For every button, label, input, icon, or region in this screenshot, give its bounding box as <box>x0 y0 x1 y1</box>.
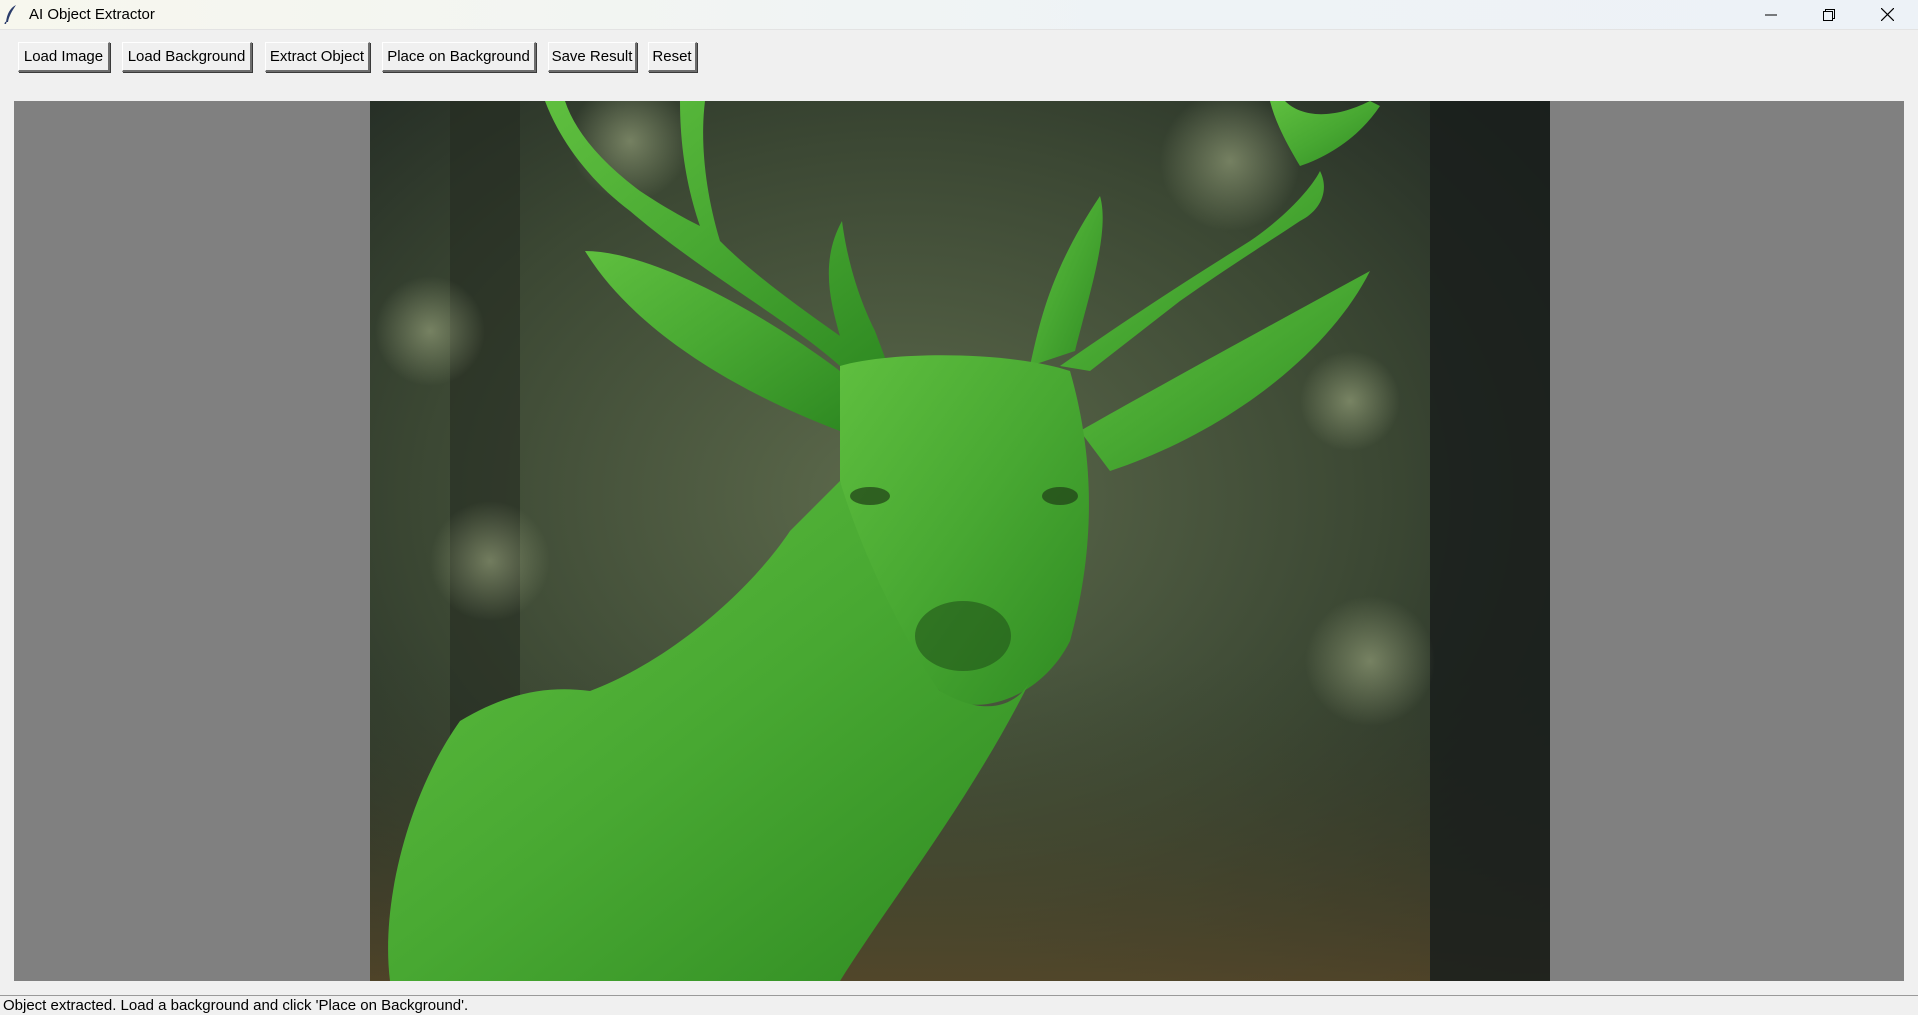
feather-icon <box>4 4 20 25</box>
restore-button[interactable] <box>1800 0 1858 29</box>
load-background-button[interactable]: Load Background <box>122 42 252 72</box>
window-title: AI Object Extractor <box>29 6 155 23</box>
minimize-icon <box>1765 14 1777 15</box>
extract-object-button[interactable]: Extract Object <box>265 42 370 72</box>
minimize-button[interactable] <box>1742 0 1800 29</box>
status-bar: Object extracted. Load a background and … <box>0 995 1918 1015</box>
load-image-button[interactable]: Load Image <box>18 42 110 72</box>
restore-icon <box>1823 8 1835 21</box>
reset-button[interactable]: Reset <box>648 42 697 72</box>
title-bar: AI Object Extractor <box>0 0 1918 30</box>
image-canvas[interactable] <box>14 101 1904 981</box>
place-on-background-button[interactable]: Place on Background <box>382 42 536 72</box>
close-icon <box>1880 8 1894 21</box>
close-button[interactable] <box>1858 0 1916 29</box>
save-result-button[interactable]: Save Result <box>548 42 637 72</box>
preview-image <box>370 101 1550 981</box>
